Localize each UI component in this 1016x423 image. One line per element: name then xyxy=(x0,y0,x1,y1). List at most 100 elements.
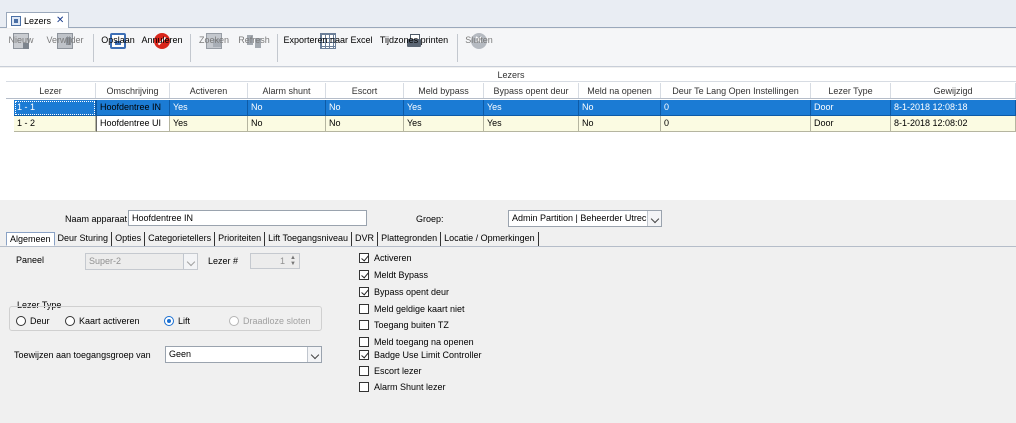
chevron-down-icon[interactable] xyxy=(307,347,321,362)
cell-gewijzigd[interactable]: 8-1-2018 12:08:02 xyxy=(891,116,1016,132)
checkbox-toegang-buiten-tz[interactable]: Toegang buiten TZ xyxy=(359,320,449,330)
table-row[interactable]: 1 - 1 Hoofdentree IN Yes No No Yes Yes N… xyxy=(6,100,1016,116)
cell-bypass-opent-deur[interactable]: Yes xyxy=(484,116,579,132)
close-tab-icon[interactable]: ✕ xyxy=(56,15,64,26)
cell-deur-te-lang-open[interactable]: 0 xyxy=(661,100,811,116)
close-button[interactable]: Sluiten xyxy=(461,31,497,65)
checkbox-bypass-opent-deur[interactable]: Bypass opent deur xyxy=(359,287,449,297)
radio-lift[interactable]: Lift xyxy=(164,316,190,326)
column-header[interactable]: Lezer Type xyxy=(811,83,891,98)
toolbar-separator xyxy=(190,34,191,62)
checkbox-meld-geldige-kaart-niet[interactable]: Meld geldige kaart niet xyxy=(359,304,465,314)
tab-lezers[interactable]: Lezers ✕ xyxy=(6,12,70,28)
readers-grid: Lezers Lezer Omschrijving Activeren Alar… xyxy=(0,68,1016,200)
tab-categorietellers[interactable]: Categorietellers xyxy=(145,232,216,246)
cell-bypass-opent-deur[interactable]: Yes xyxy=(484,100,579,116)
cell-alarm-shunt[interactable]: No xyxy=(248,116,326,132)
delete-button[interactable]: Verwijder xyxy=(42,31,88,65)
table-row[interactable]: 1 - 2 Hoofdentree UI Yes No No Yes Yes N… xyxy=(6,116,1016,132)
device-name-field[interactable]: Hoofdentree IN xyxy=(128,210,367,226)
close-button-label: Sluiten xyxy=(465,35,493,45)
tab-lift-toegangsniveau[interactable]: Lift Toegangsniveau xyxy=(265,232,353,246)
column-header[interactable]: Escort xyxy=(326,83,404,98)
cell-meld-na-openen[interactable]: No xyxy=(579,100,661,116)
checkbox-escort-lezer[interactable]: Escort lezer xyxy=(359,366,422,376)
cell-omschrijving[interactable]: Hoofdentree IN xyxy=(96,100,170,116)
checkbox-label: Toegang buiten TZ xyxy=(374,320,449,330)
row-selector[interactable] xyxy=(6,100,14,116)
cell-escort[interactable]: No xyxy=(326,116,404,132)
save-button[interactable]: Opslaan xyxy=(98,31,138,65)
checkbox-label: Activeren xyxy=(374,253,412,263)
cell-meld-bypass[interactable]: Yes xyxy=(404,116,484,132)
tab-opties[interactable]: Opties xyxy=(112,232,146,246)
tab-dvr[interactable]: DVR xyxy=(352,232,379,246)
cell-meld-na-openen[interactable]: No xyxy=(579,116,661,132)
cell-lezer-type[interactable]: Door xyxy=(811,116,891,132)
cancel-button[interactable]: Annuleren xyxy=(140,31,184,65)
checkbox-badge-use-limit[interactable]: Badge Use Limit Controller xyxy=(359,350,482,360)
tab-lezers-label: Lezers xyxy=(24,15,52,26)
cell-lezer-type[interactable]: Door xyxy=(811,100,891,116)
column-header[interactable]: Lezer xyxy=(6,83,96,98)
column-header[interactable]: Activeren xyxy=(170,83,248,98)
checkbox-checked-icon xyxy=(359,270,369,280)
export-excel-button[interactable]: Exporteren naar Excel xyxy=(282,31,374,65)
column-header[interactable]: Omschrijving xyxy=(96,83,170,98)
save-button-label: Opslaan xyxy=(101,35,135,45)
column-header[interactable]: Deur Te Lang Open Instellingen xyxy=(661,83,811,98)
radio-deur[interactable]: Deur xyxy=(16,316,50,326)
cell-omschrijving[interactable]: Hoofdentree UI xyxy=(96,116,170,132)
cell-lezer[interactable]: 1 - 1 xyxy=(14,100,96,116)
column-header[interactable]: Bypass opent deur xyxy=(484,83,579,98)
assign-access-group-select[interactable]: Geen xyxy=(165,346,322,363)
delete-button-label: Verwijder xyxy=(46,35,84,45)
cell-escort[interactable]: No xyxy=(326,100,404,116)
column-header[interactable]: Alarm shunt xyxy=(248,83,326,98)
chevron-down-icon[interactable] xyxy=(647,211,661,226)
cancel-button-label: Annuleren xyxy=(141,35,183,45)
checkbox-activeren[interactable]: Activeren xyxy=(359,253,412,263)
search-button[interactable]: Zoeken xyxy=(195,31,233,65)
radio-draadloze-sloten[interactable]: Draadloze sloten xyxy=(229,316,311,326)
tab-prioriteiten[interactable]: Prioriteiten xyxy=(215,232,266,246)
device-name-label: Naam apparaat xyxy=(65,214,128,224)
checkbox-meldt-bypass[interactable]: Meldt Bypass xyxy=(359,270,428,280)
cell-gewijzigd[interactable]: 8-1-2018 12:08:18 xyxy=(891,100,1016,116)
checkbox-unchecked-icon xyxy=(359,304,369,314)
checkbox-meld-toegang-na-openen[interactable]: Meld toegang na openen xyxy=(359,337,474,347)
row-selector[interactable] xyxy=(6,116,14,132)
checkbox-label: Meld toegang na openen xyxy=(374,337,474,347)
tab-deur-sturing[interactable]: Deur Sturing xyxy=(55,232,113,246)
cell-deur-te-lang-open[interactable]: 0 xyxy=(661,116,811,132)
checkbox-checked-icon xyxy=(359,287,369,297)
checkbox-unchecked-icon xyxy=(359,366,369,376)
cell-lezer[interactable]: 1 - 2 xyxy=(14,116,96,132)
radio-icon xyxy=(65,316,75,326)
toolbar-separator xyxy=(93,34,94,62)
print-timezones-button[interactable]: Tijdzones printen xyxy=(377,31,451,65)
spin-arrows-icon[interactable]: ▲ ▼ xyxy=(288,255,298,267)
tab-plattegronden[interactable]: Plattegronden xyxy=(378,232,442,246)
tab-algemeen[interactable]: Algemeen xyxy=(6,232,55,246)
cell-alarm-shunt[interactable]: No xyxy=(248,100,326,116)
cell-activeren[interactable]: Yes xyxy=(170,100,248,116)
tab-locatie-opmerkingen[interactable]: Locatie / Opmerkingen xyxy=(441,232,539,246)
cell-activeren[interactable]: Yes xyxy=(170,116,248,132)
column-header[interactable]: Meld bypass xyxy=(404,83,484,98)
cell-meld-bypass[interactable]: Yes xyxy=(404,100,484,116)
panel-select[interactable]: Super-2 xyxy=(85,253,198,270)
assign-access-group-label: Toewijzen aan toegangsgroep van xyxy=(14,350,151,360)
form-tabs: Algemeen Deur Sturing Opties Categoriete… xyxy=(6,232,539,246)
checkbox-alarm-shunt-lezer[interactable]: Alarm Shunt lezer xyxy=(359,382,446,392)
column-header[interactable]: Meld na openen xyxy=(579,83,661,98)
refresh-button[interactable]: Refresh xyxy=(236,31,272,65)
reader-number-stepper[interactable]: 1 ▲ ▼ xyxy=(250,253,300,269)
checkbox-checked-icon xyxy=(359,253,369,263)
column-header[interactable]: Gewijzigd xyxy=(891,83,1016,98)
reader-tab-icon xyxy=(11,15,21,26)
radio-kaart-activeren[interactable]: Kaart activeren xyxy=(65,316,140,326)
chevron-down-icon[interactable] xyxy=(183,254,197,269)
new-button[interactable]: Nieuw xyxy=(4,31,38,65)
group-select[interactable]: Admin Partition | Beheerder Utrech xyxy=(508,210,662,227)
